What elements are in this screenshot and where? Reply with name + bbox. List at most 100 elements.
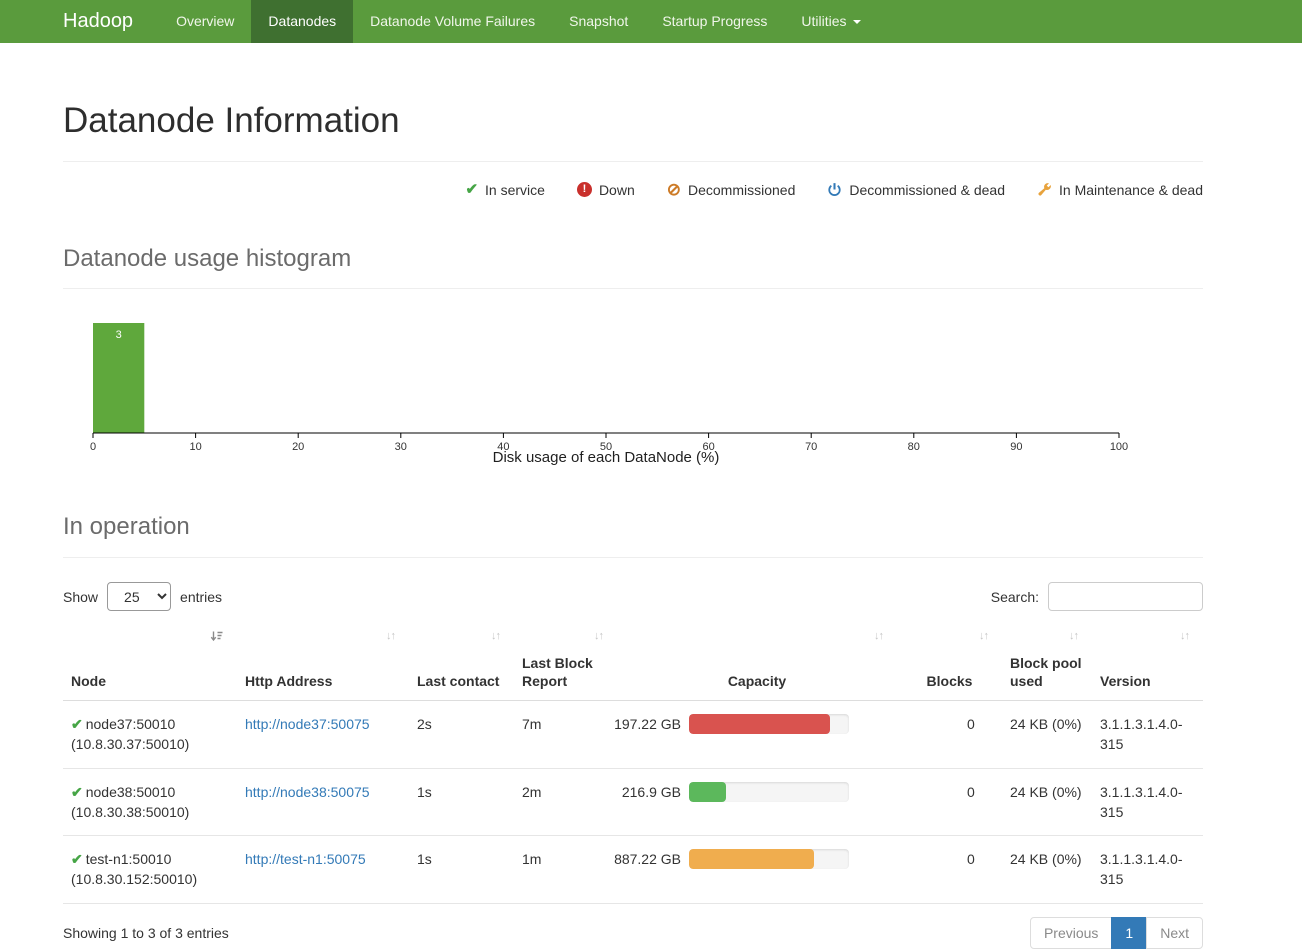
search-input[interactable] (1048, 582, 1203, 611)
capacity-bar (689, 782, 849, 802)
sort-icon: ↓↑ (874, 630, 883, 644)
sort-icon: ↓↑ (979, 630, 988, 644)
capacity-cell: 216.9 GB (625, 782, 889, 802)
node-cell: ✔node37:50010 (10.8.30.37:50010) (63, 701, 237, 769)
http-address-link[interactable]: http://node37:50075 (245, 716, 370, 732)
blocks-cell: 0 (897, 836, 1002, 904)
last-block-report-cell: 2m (514, 768, 617, 836)
svg-text:10: 10 (189, 441, 201, 453)
block-pool-used-cell: 24 KB (0%) (1002, 701, 1092, 769)
legend-maintenance-dead-label: In Maintenance & dead (1059, 182, 1203, 198)
block-pool-used-cell: 24 KB (0%) (1002, 836, 1092, 904)
version-cell: 3.1.1.3.1.4.0-315 (1092, 836, 1203, 904)
sort-icon: ↓↑ (1069, 630, 1078, 644)
column-header-capacity[interactable]: Capacity ↓↑ (617, 625, 897, 701)
svg-text:0: 0 (90, 441, 96, 453)
check-icon: ✔ (71, 716, 83, 732)
page-1-button[interactable]: 1 (1111, 917, 1147, 949)
table-row: ✔node37:50010 (10.8.30.37:50010) http://… (63, 701, 1203, 769)
nav-item-snapshot[interactable]: Snapshot (552, 0, 645, 43)
nav-item-utilities-label: Utilities (801, 0, 846, 43)
nav-item-startup-progress[interactable]: Startup Progress (645, 0, 784, 43)
svg-text:80: 80 (908, 441, 920, 453)
blocks-cell: 0 (897, 768, 1002, 836)
legend-decommissioned-dead-label: Decommissioned & dead (849, 182, 1005, 198)
sort-asc-icon (210, 630, 223, 648)
legend-down-label: Down (599, 182, 635, 198)
sort-icon: ↓↑ (491, 630, 500, 644)
pagination: Previous 1 Next (1031, 917, 1203, 949)
table-row: ✔node38:50010 (10.8.30.38:50010) http://… (63, 768, 1203, 836)
http-address-link[interactable]: http://node38:50075 (245, 784, 370, 800)
svg-text:20: 20 (292, 441, 304, 453)
exclamation-circle-icon: ! (577, 182, 592, 197)
legend-decommissioned-label: Decommissioned (688, 182, 795, 198)
wrench-icon (1037, 182, 1052, 197)
last-block-report-cell: 1m (514, 836, 617, 904)
node-ip: (10.8.30.152:50010) (71, 871, 197, 887)
entries-label: entries (180, 589, 222, 605)
column-header-block-pool-used[interactable]: Block pool used ↓↑ (1002, 625, 1092, 701)
svg-text:90: 90 (1010, 441, 1022, 453)
legend-in-service-label: In service (485, 182, 545, 198)
capacity-cell: 197.22 GB (625, 714, 889, 734)
svg-text:Disk usage of each DataNode (%: Disk usage of each DataNode (%) (493, 449, 720, 465)
table-search-control: Search: (991, 582, 1203, 611)
last-block-report-cell: 7m (514, 701, 617, 769)
svg-text:30: 30 (395, 441, 407, 453)
svg-text:70: 70 (805, 441, 817, 453)
page-title: Datanode Information (63, 101, 1203, 141)
search-label: Search: (991, 589, 1039, 605)
histogram-section-title: Datanode usage histogram (63, 245, 1203, 273)
node-cell: ✔test-n1:50010 (10.8.30.152:50010) (63, 836, 237, 904)
legend-down: ! Down (577, 181, 635, 198)
node-cell: ✔node38:50010 (10.8.30.38:50010) (63, 768, 237, 836)
nav-item-overview[interactable]: Overview (159, 0, 251, 43)
nav-items: Overview Datanodes Datanode Volume Failu… (159, 0, 877, 43)
histogram-divider (63, 288, 1203, 289)
nav-item-utilities[interactable]: Utilities (784, 0, 877, 43)
table-header-row: Node Http Address ↓↑ Last contact (63, 625, 1203, 701)
previous-page-button[interactable]: Previous (1030, 917, 1112, 949)
column-header-last-block-report[interactable]: Last Block Report ↓↑ (514, 625, 617, 701)
legend-in-service: ✔ In service (465, 181, 545, 198)
version-cell: 3.1.1.3.1.4.0-315 (1092, 768, 1203, 836)
legend-maintenance-dead: In Maintenance & dead (1037, 181, 1203, 198)
nav-item-datanode-volume-failures[interactable]: Datanode Volume Failures (353, 0, 552, 43)
capacity-bar (689, 849, 849, 869)
table-info: Showing 1 to 3 of 3 entries (63, 925, 229, 941)
brand-hadoop[interactable]: Hadoop (63, 0, 133, 43)
datanode-usage-histogram: 30102030405060708090100Disk usage of eac… (63, 315, 1203, 465)
http-address-link[interactable]: http://test-n1:50075 (245, 851, 366, 867)
next-page-button[interactable]: Next (1146, 917, 1203, 949)
column-header-version[interactable]: Version ↓↑ (1092, 625, 1203, 701)
status-legend: ✔ In service ! Down ⊘ Decommissioned Dec… (63, 181, 1203, 198)
page-length-select[interactable]: 25 (107, 582, 171, 611)
check-icon: ✔ (71, 851, 83, 867)
svg-text:3: 3 (116, 329, 122, 341)
blocks-cell: 0 (897, 701, 1002, 769)
last-contact-cell: 1s (409, 836, 514, 904)
top-navbar: Hadoop Overview Datanodes Datanode Volum… (0, 0, 1302, 43)
check-icon: ✔ (71, 784, 83, 800)
node-ip: (10.8.30.38:50010) (71, 804, 189, 820)
column-header-http-address[interactable]: Http Address ↓↑ (237, 625, 409, 701)
capacity-cell: 887.22 GB (625, 849, 889, 869)
page-length-control: Show 25 entries (63, 582, 222, 611)
sort-icon: ↓↑ (594, 630, 603, 644)
column-header-node[interactable]: Node (63, 625, 237, 701)
node-ip: (10.8.30.37:50010) (71, 736, 189, 752)
svg-text:100: 100 (1110, 441, 1128, 453)
legend-decommissioned-dead: Decommissioned & dead (827, 181, 1005, 198)
capacity-bar (689, 714, 849, 734)
last-contact-cell: 1s (409, 768, 514, 836)
last-contact-cell: 2s (409, 701, 514, 769)
chevron-down-icon (853, 20, 861, 24)
title-divider (63, 161, 1203, 162)
show-label: Show (63, 589, 98, 605)
column-header-blocks[interactable]: Blocks ↓↑ (897, 625, 1002, 701)
nav-item-datanodes[interactable]: Datanodes (251, 0, 353, 43)
column-header-last-contact[interactable]: Last contact ↓↑ (409, 625, 514, 701)
version-cell: 3.1.1.3.1.4.0-315 (1092, 701, 1203, 769)
datanodes-table: Node Http Address ↓↑ Last contact (63, 625, 1203, 904)
